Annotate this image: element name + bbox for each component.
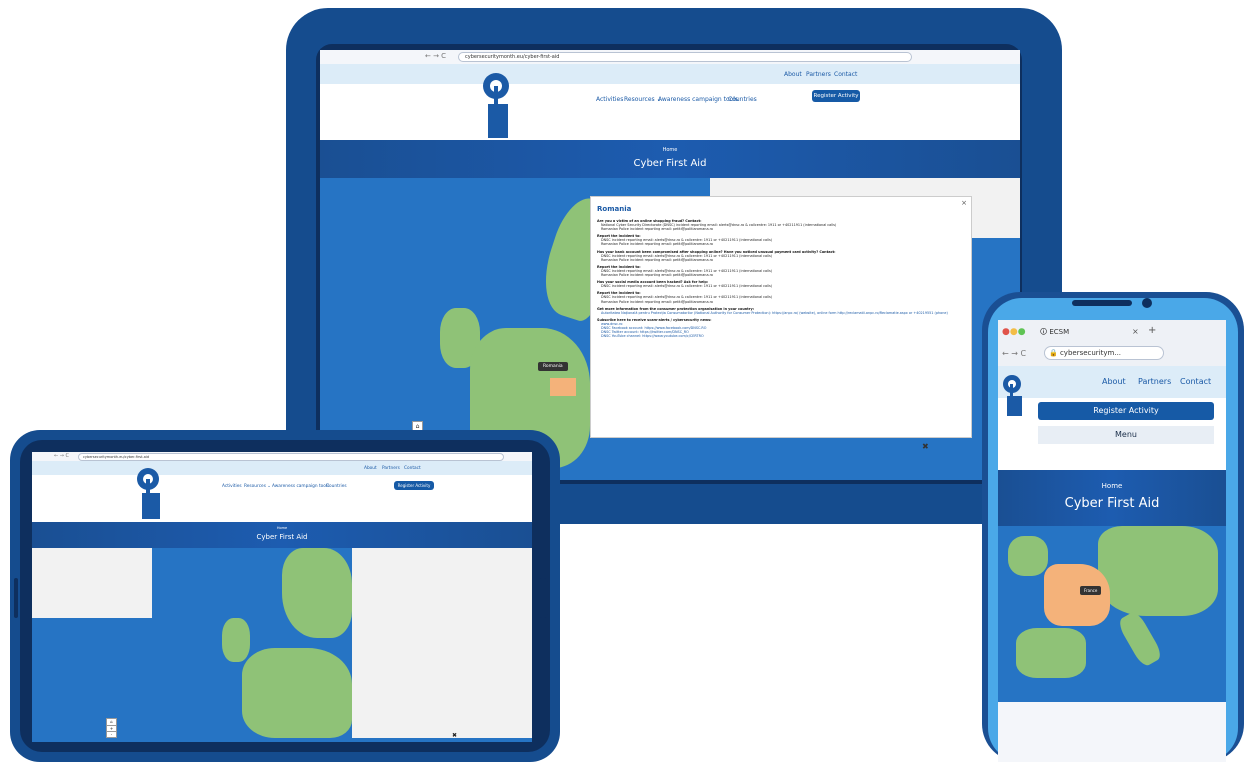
country-tooltip: France xyxy=(1080,586,1102,595)
nav-arrows-icon[interactable]: ← → C xyxy=(425,52,446,60)
tab-title: ECSM xyxy=(1049,328,1070,336)
partners-link[interactable]: Partners xyxy=(382,466,400,471)
map-russia-region xyxy=(352,548,532,738)
map-iberia xyxy=(1016,628,1086,678)
resources-link[interactable]: Resources ⌄ xyxy=(624,96,662,103)
window-controls-icon[interactable]: ●●● xyxy=(1002,327,1026,337)
map-scandinavia xyxy=(282,548,352,638)
url-text: cybersecuritym... xyxy=(1059,349,1122,357)
awareness-link[interactable]: Awareness campaign tools xyxy=(272,484,329,489)
top-bar: About Partners Contact xyxy=(998,366,1226,398)
countries-link[interactable]: Countries xyxy=(728,96,757,103)
activities-link[interactable]: Activities xyxy=(222,484,242,489)
phone-screen: ●●● 🛈 ECSM × + ← → C 🔒 cybersecuritym...… xyxy=(998,320,1226,762)
address-bar[interactable]: 🔒 cybersecuritym... xyxy=(1044,346,1164,360)
map-central-europe xyxy=(1098,526,1218,616)
popup-body: Are you a victim of an online shopping f… xyxy=(597,219,967,338)
popup-line: Romanian Police incident reporting email… xyxy=(601,299,714,304)
contact-link[interactable]: Contact xyxy=(404,466,421,471)
menu-button[interactable]: Menu xyxy=(1038,426,1214,444)
tablet-side-button xyxy=(14,578,18,618)
map-uk xyxy=(1008,536,1048,576)
country-popup: × Romania Are you a victim of an online … xyxy=(590,196,972,438)
popup-line: Romanian Police incident reporting email… xyxy=(601,257,714,262)
zoom-out-button[interactable]: - xyxy=(106,731,117,738)
browser-toolbar: ← → C cybersecuritymonth.eu/cyber-first-… xyxy=(320,50,1020,65)
partners-link[interactable]: Partners xyxy=(806,71,831,78)
map-greenland-region xyxy=(32,548,152,618)
nav-arrows-icon[interactable]: ← → C xyxy=(1002,349,1026,358)
laptop-screen: ← → C cybersecuritymonth.eu/cyber-first-… xyxy=(320,50,1020,480)
register-activity-button[interactable]: Register Activity xyxy=(812,90,860,102)
ecsm-logo[interactable] xyxy=(1000,374,1024,422)
popup-line: Romanian Police incident reporting email… xyxy=(601,227,714,232)
page-title: Cyber First Aid xyxy=(1064,496,1160,511)
popup-line: DNSC incident reporting email: alerts@dn… xyxy=(601,284,773,289)
popup-close-icon[interactable]: × xyxy=(961,199,967,207)
top-bar: About Partners Contact xyxy=(320,64,1020,84)
tablet-home-button xyxy=(538,578,548,618)
page-title: Cyber First Aid xyxy=(256,533,308,541)
url-text: cybersecuritymonth.eu/cyber-first-aid xyxy=(465,54,560,60)
browser-toolbar: ●●● 🛈 ECSM × + ← → C 🔒 cybersecuritym... xyxy=(998,320,1226,367)
awareness-link[interactable]: Awareness campaign tools xyxy=(658,96,738,103)
hero-banner: Home Cyber First Aid xyxy=(998,470,1226,526)
url-text: cybersecuritymonth.eu/cyber-first-aid xyxy=(83,455,150,459)
breadcrumb[interactable]: Home xyxy=(32,526,532,530)
popup-link[interactable]: Autoritatea Națională pentru Protecția C… xyxy=(597,311,967,315)
hero-banner: Home Cyber First Aid xyxy=(32,522,532,548)
countries-link[interactable]: Countries xyxy=(326,484,347,489)
map-italy xyxy=(1116,609,1164,669)
browser-tab[interactable]: 🛈 ECSM xyxy=(1040,328,1069,339)
phone-device: ●●● 🛈 ECSM × + ← → C 🔒 cybersecuritym...… xyxy=(982,292,1244,762)
contact-link[interactable]: Contact xyxy=(834,71,857,78)
ecsm-logo[interactable] xyxy=(478,72,514,144)
page-title: Cyber First Aid xyxy=(633,158,707,169)
new-tab-icon[interactable]: + xyxy=(1148,325,1156,336)
top-bar: About Partners Contact xyxy=(32,461,532,475)
resources-link[interactable]: Resources ⌄ xyxy=(244,484,271,489)
partners-link[interactable]: Partners xyxy=(1138,377,1171,386)
ecsm-logo[interactable] xyxy=(132,467,164,525)
breadcrumb[interactable]: Home xyxy=(998,482,1226,490)
fullscreen-icon[interactable]: ✖ xyxy=(922,442,929,451)
europe-map[interactable]: France xyxy=(998,526,1226,702)
contact-link[interactable]: Contact xyxy=(1180,377,1211,386)
map-mainland xyxy=(242,648,352,738)
phone-camera xyxy=(1142,298,1152,308)
fullscreen-icon[interactable]: ✖ xyxy=(452,732,457,739)
activities-link[interactable]: Activities xyxy=(596,96,623,103)
about-link[interactable]: About xyxy=(1102,377,1126,386)
tablet-screen: ← → C cybersecuritymonth.eu/cyber-first-… xyxy=(32,452,532,742)
nav-arrows-icon[interactable]: ← → C xyxy=(54,453,69,459)
lock-icon: 🔒 xyxy=(1049,349,1058,357)
popup-link[interactable]: DNSC YouTube channel: https://www.youtub… xyxy=(597,334,967,338)
register-activity-button[interactable]: Register Activity xyxy=(394,481,434,490)
hero-banner: Home Cyber First Aid xyxy=(320,140,1020,178)
address-bar[interactable]: cybersecuritymonth.eu/cyber-first-aid xyxy=(78,453,504,461)
breadcrumb[interactable]: Home xyxy=(320,147,1020,153)
map-france-highlight[interactable] xyxy=(1044,564,1110,626)
about-link[interactable]: About xyxy=(364,466,377,471)
map-uk xyxy=(222,618,250,662)
map-romania-highlight[interactable] xyxy=(550,378,576,396)
popup-line: Romanian Police incident reporting email… xyxy=(601,242,714,247)
world-map[interactable]: ⌂ + - ✖ xyxy=(32,548,532,742)
about-link[interactable]: About xyxy=(784,71,802,78)
register-activity-button[interactable]: Register Activity xyxy=(1038,402,1214,420)
phone-speaker xyxy=(1072,300,1132,306)
popup-line: Romanian Police incident reporting email… xyxy=(601,273,714,278)
phone-footer-area xyxy=(998,702,1226,762)
country-tooltip: Romania xyxy=(538,362,568,371)
close-tab-icon[interactable]: × xyxy=(1132,327,1139,336)
address-bar[interactable]: cybersecuritymonth.eu/cyber-first-aid xyxy=(458,52,912,62)
popup-country-title: Romania xyxy=(597,205,632,213)
tablet-device: ← → C cybersecuritymonth.eu/cyber-first-… xyxy=(10,430,560,762)
